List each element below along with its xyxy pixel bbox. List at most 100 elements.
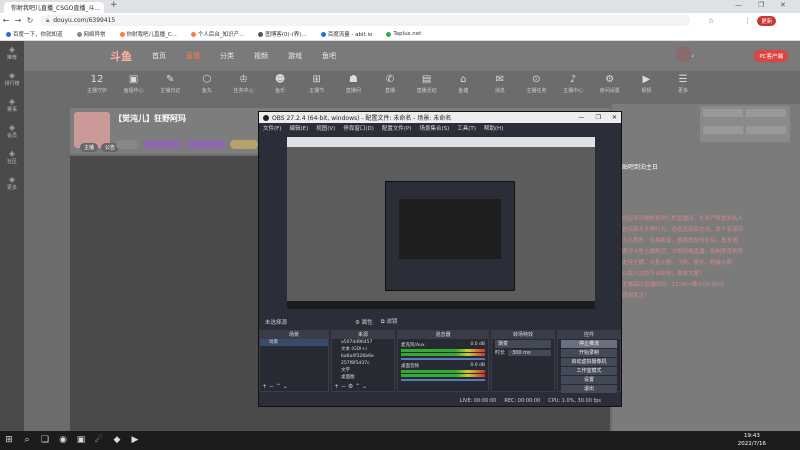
fans-badge[interactable] bbox=[230, 140, 258, 149]
obs-menu-item[interactable]: 停靠窗口(D) bbox=[343, 124, 374, 132]
feature-item[interactable]: ⬡ 鱼丸 bbox=[190, 74, 224, 104]
left-nav-item[interactable]: ◈ 社区 bbox=[0, 145, 24, 171]
control-button[interactable]: 退出 bbox=[561, 385, 617, 393]
source-item[interactable]: ba6a4f326b6e bbox=[332, 353, 394, 360]
left-nav-item[interactable]: ◈ 更多 bbox=[0, 171, 24, 197]
control-button[interactable]: 停止推流 bbox=[561, 340, 617, 348]
obs-menu-item[interactable]: 帮助(H) bbox=[484, 124, 503, 132]
taskbar-app-icon[interactable]: ❑ bbox=[36, 431, 54, 450]
feature-item[interactable]: ▤ 直播活动 bbox=[410, 74, 444, 104]
duration-input[interactable]: 300 ms bbox=[508, 349, 551, 356]
forward-icon[interactable]: → bbox=[12, 16, 24, 25]
new-tab-icon[interactable]: + bbox=[110, 0, 118, 10]
source-item[interactable]: 文字 bbox=[332, 367, 394, 374]
bookmark-item[interactable]: 个人后台_知识产... bbox=[190, 30, 244, 38]
volume-slider[interactable] bbox=[401, 358, 485, 360]
back-icon[interactable]: ← bbox=[0, 16, 12, 25]
nav-item[interactable]: 首页 bbox=[152, 51, 166, 61]
pc-client-button[interactable]: PC客户端 bbox=[754, 50, 788, 62]
feature-item[interactable]: ⊙ 主播任务 bbox=[520, 74, 554, 104]
taskbar-app-icon[interactable]: ▶ bbox=[126, 431, 144, 450]
rank-tab[interactable] bbox=[746, 109, 786, 117]
url-field[interactable]: 🔒︎ douyu.com/6399415 bbox=[40, 15, 690, 26]
feature-item[interactable]: ♪ 主播中心 bbox=[556, 74, 590, 104]
feature-item[interactable]: ✉ 消息 bbox=[483, 74, 517, 104]
reload-icon[interactable]: ↻ bbox=[24, 16, 36, 25]
feature-item[interactable]: ♔ 任务中心 bbox=[227, 74, 261, 104]
system-clock[interactable]: 19:43 2022/7/16 bbox=[738, 432, 766, 448]
feature-item[interactable]: ▶ 视频 bbox=[629, 74, 663, 104]
rank-badge[interactable] bbox=[186, 140, 226, 149]
obs-menu-item[interactable]: 文件(F) bbox=[263, 124, 281, 132]
control-button[interactable]: 设置 bbox=[561, 376, 617, 384]
feature-item[interactable]: ✎ 主播日记 bbox=[153, 74, 187, 104]
taskbar-app-icon[interactable]: ⊞ bbox=[0, 431, 18, 450]
update-button[interactable]: 更新 bbox=[757, 15, 777, 26]
close-icon[interactable]: ✕ bbox=[612, 114, 617, 121]
feature-item[interactable]: ⌂ 鱼塘 bbox=[446, 74, 480, 104]
obs-preview[interactable] bbox=[287, 137, 595, 309]
left-nav-item[interactable]: ◈ 会员 bbox=[0, 119, 24, 145]
scene-item[interactable]: 场景 bbox=[260, 339, 328, 346]
rank-tab[interactable] bbox=[703, 109, 743, 117]
minimize-icon[interactable]: — bbox=[579, 114, 585, 121]
obs-menu-item[interactable]: 场景集合(S) bbox=[419, 124, 449, 132]
filters-button[interactable]: ⧉ 滤镜 bbox=[381, 317, 398, 326]
nav-item[interactable]: 分类 bbox=[220, 51, 234, 61]
taskbar-app-icon[interactable]: ⌕ bbox=[18, 431, 36, 450]
obs-menu-item[interactable]: 视图(V) bbox=[316, 124, 335, 132]
volume-slider[interactable] bbox=[401, 379, 485, 381]
rank-tab[interactable] bbox=[703, 125, 743, 134]
maximize-icon[interactable]: ❐ bbox=[758, 1, 764, 9]
properties-button[interactable]: ⚙ 属性 bbox=[355, 318, 373, 326]
bookmark-item[interactable]: 图博客(0)-(界)... bbox=[258, 30, 307, 38]
user-avatar[interactable] bbox=[676, 46, 692, 62]
bookmark-item[interactable]: Taplus.net bbox=[386, 31, 421, 37]
maximize-icon[interactable]: ❐ bbox=[596, 114, 601, 121]
feature-item[interactable]: 12 主播守护 bbox=[80, 74, 114, 104]
taskbar-app-icon[interactable]: ☄ bbox=[90, 431, 108, 450]
feature-item[interactable]: ☗ 直播间 bbox=[336, 74, 370, 104]
nav-item[interactable]: 鱼吧 bbox=[322, 51, 336, 61]
add-source-icon[interactable]: + − ⚙ ⌃ ⌄ bbox=[334, 383, 367, 390]
source-item[interactable]: 文本 (GDI+) bbox=[332, 346, 394, 353]
control-button[interactable]: 工作室模式 bbox=[561, 367, 617, 375]
control-button[interactable]: 启动虚拟摄像机 bbox=[561, 358, 617, 366]
bookmark-item[interactable]: 百度流量 - ablt.io bbox=[320, 30, 372, 38]
source-item[interactable]: a5074d96457 bbox=[332, 339, 394, 346]
nav-item[interactable]: 游戏 bbox=[288, 51, 302, 61]
obs-menu-item[interactable]: 配置文件(P) bbox=[382, 124, 412, 132]
feature-item[interactable]: ⊞ 主播节 bbox=[300, 74, 334, 104]
bookmark-item[interactable]: 百度一下，你就知道 bbox=[6, 30, 63, 38]
rank-tab[interactable] bbox=[746, 125, 786, 134]
obs-menu-item[interactable]: 工具(T) bbox=[457, 124, 476, 132]
bookmark-item[interactable]: 网络异常 bbox=[76, 30, 106, 38]
add-scene-icon[interactable]: + − ⌃ ⌄ bbox=[262, 383, 288, 390]
room-tag[interactable]: 主播 bbox=[80, 143, 99, 152]
browser-tab[interactable]: 你射我吧儿直播_CSGO直播_斗... × bbox=[4, 2, 104, 13]
control-button[interactable]: 开始录制 bbox=[561, 349, 617, 357]
site-logo[interactable]: 斗鱼 bbox=[110, 48, 132, 64]
taskbar-app-icon[interactable]: ◆ bbox=[108, 431, 126, 450]
minimize-icon[interactable]: — bbox=[735, 1, 742, 9]
feature-item[interactable]: ✆ 直播 bbox=[373, 74, 407, 104]
transition-select[interactable]: 渐变 bbox=[495, 340, 551, 348]
feature-item[interactable]: ⚙ 房间设置 bbox=[593, 74, 627, 104]
feature-item[interactable]: ☻ 鱼乐 bbox=[263, 74, 297, 104]
source-item[interactable]: 257f8f5d37c bbox=[332, 360, 394, 367]
taskbar-app-icon[interactable]: ▣ bbox=[72, 431, 90, 450]
star-icon[interactable]: ☆ bbox=[708, 17, 714, 25]
source-item[interactable]: 桌面图 bbox=[332, 374, 394, 381]
nav-item[interactable]: 视频 bbox=[254, 51, 268, 61]
nav-item[interactable]: 直播 bbox=[186, 51, 200, 61]
taskbar-app-icon[interactable]: ◉ bbox=[54, 431, 72, 450]
bookmark-item[interactable]: 你射我吧儿直播_C... bbox=[119, 30, 177, 38]
close-icon[interactable]: × bbox=[103, 4, 104, 11]
left-nav-item[interactable]: ◈ 推荐 bbox=[0, 41, 24, 67]
obs-menu-item[interactable]: 编辑(E) bbox=[289, 124, 308, 132]
left-nav-item[interactable]: ◈ 排行榜 bbox=[0, 67, 24, 93]
feature-item[interactable]: ☰ 更多 bbox=[666, 74, 700, 104]
menu-icon[interactable]: ⋮ bbox=[744, 17, 751, 25]
window-close-icon[interactable]: ✕ bbox=[780, 1, 786, 9]
feature-item[interactable]: ▣ 鱼翅中心 bbox=[117, 74, 151, 104]
